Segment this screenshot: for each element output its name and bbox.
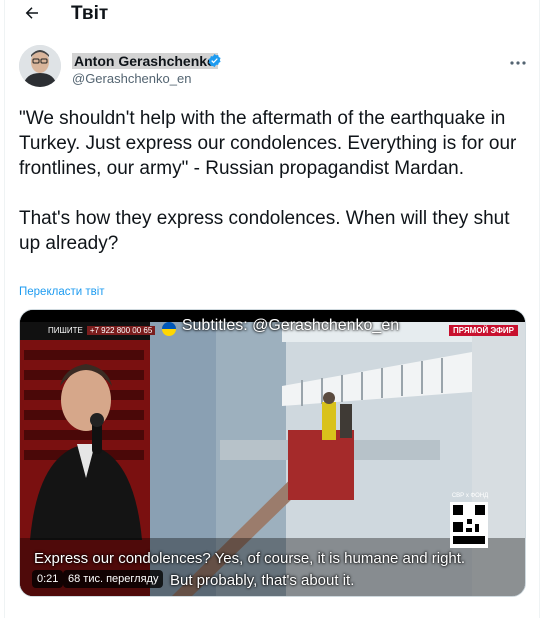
ukraine-flag-icon: [162, 322, 176, 336]
video-player[interactable]: ПИШИТЕ +7 922 800 00 65 Subtitles: @Geras…: [19, 309, 526, 597]
page-title: Твіт: [71, 3, 109, 24]
qr-caption: СВР х ФОНД: [451, 493, 489, 499]
avatar-image: [19, 45, 61, 87]
tweet-detail-column: Твіт Anton Gerashchenko @Gerashchenko_en…: [4, 0, 540, 618]
video-duration-badge: 0:21: [32, 570, 64, 588]
verified-badge-icon: [208, 53, 221, 68]
video-views-badge: 68 тис. перегляду: [63, 570, 164, 588]
author-handle[interactable]: @Gerashchenko_en: [72, 71, 191, 86]
qr-code-icon: [450, 502, 488, 548]
video-caption-line: But probably, that's about it.: [170, 572, 355, 589]
more-horizontal-icon: [510, 61, 526, 65]
tweet-text: "We shouldn't help with the aftermath of…: [19, 106, 519, 256]
arrow-left-icon: [25, 7, 38, 19]
subtitle-credit: Subtitles: @Gerashchenko_en: [181, 317, 400, 334]
more-button[interactable]: [507, 57, 529, 69]
video-caption-line: Express our condolences? Yes, of course,…: [34, 550, 466, 567]
back-button[interactable]: [21, 2, 43, 24]
page-header: Твіт: [5, 0, 539, 28]
author-name[interactable]: Anton Gerashchenko: [72, 53, 218, 69]
translate-tweet-link[interactable]: Перекласти твіт: [19, 286, 105, 298]
avatar[interactable]: [19, 45, 61, 87]
tweet-paragraph: That's how they express condolences. Whe…: [19, 208, 510, 254]
tweet-paragraph: "We shouldn't help with the aftermath of…: [19, 108, 517, 179]
live-broadcast-badge: ПРЯМОЙ ЭФИР: [449, 325, 518, 336]
